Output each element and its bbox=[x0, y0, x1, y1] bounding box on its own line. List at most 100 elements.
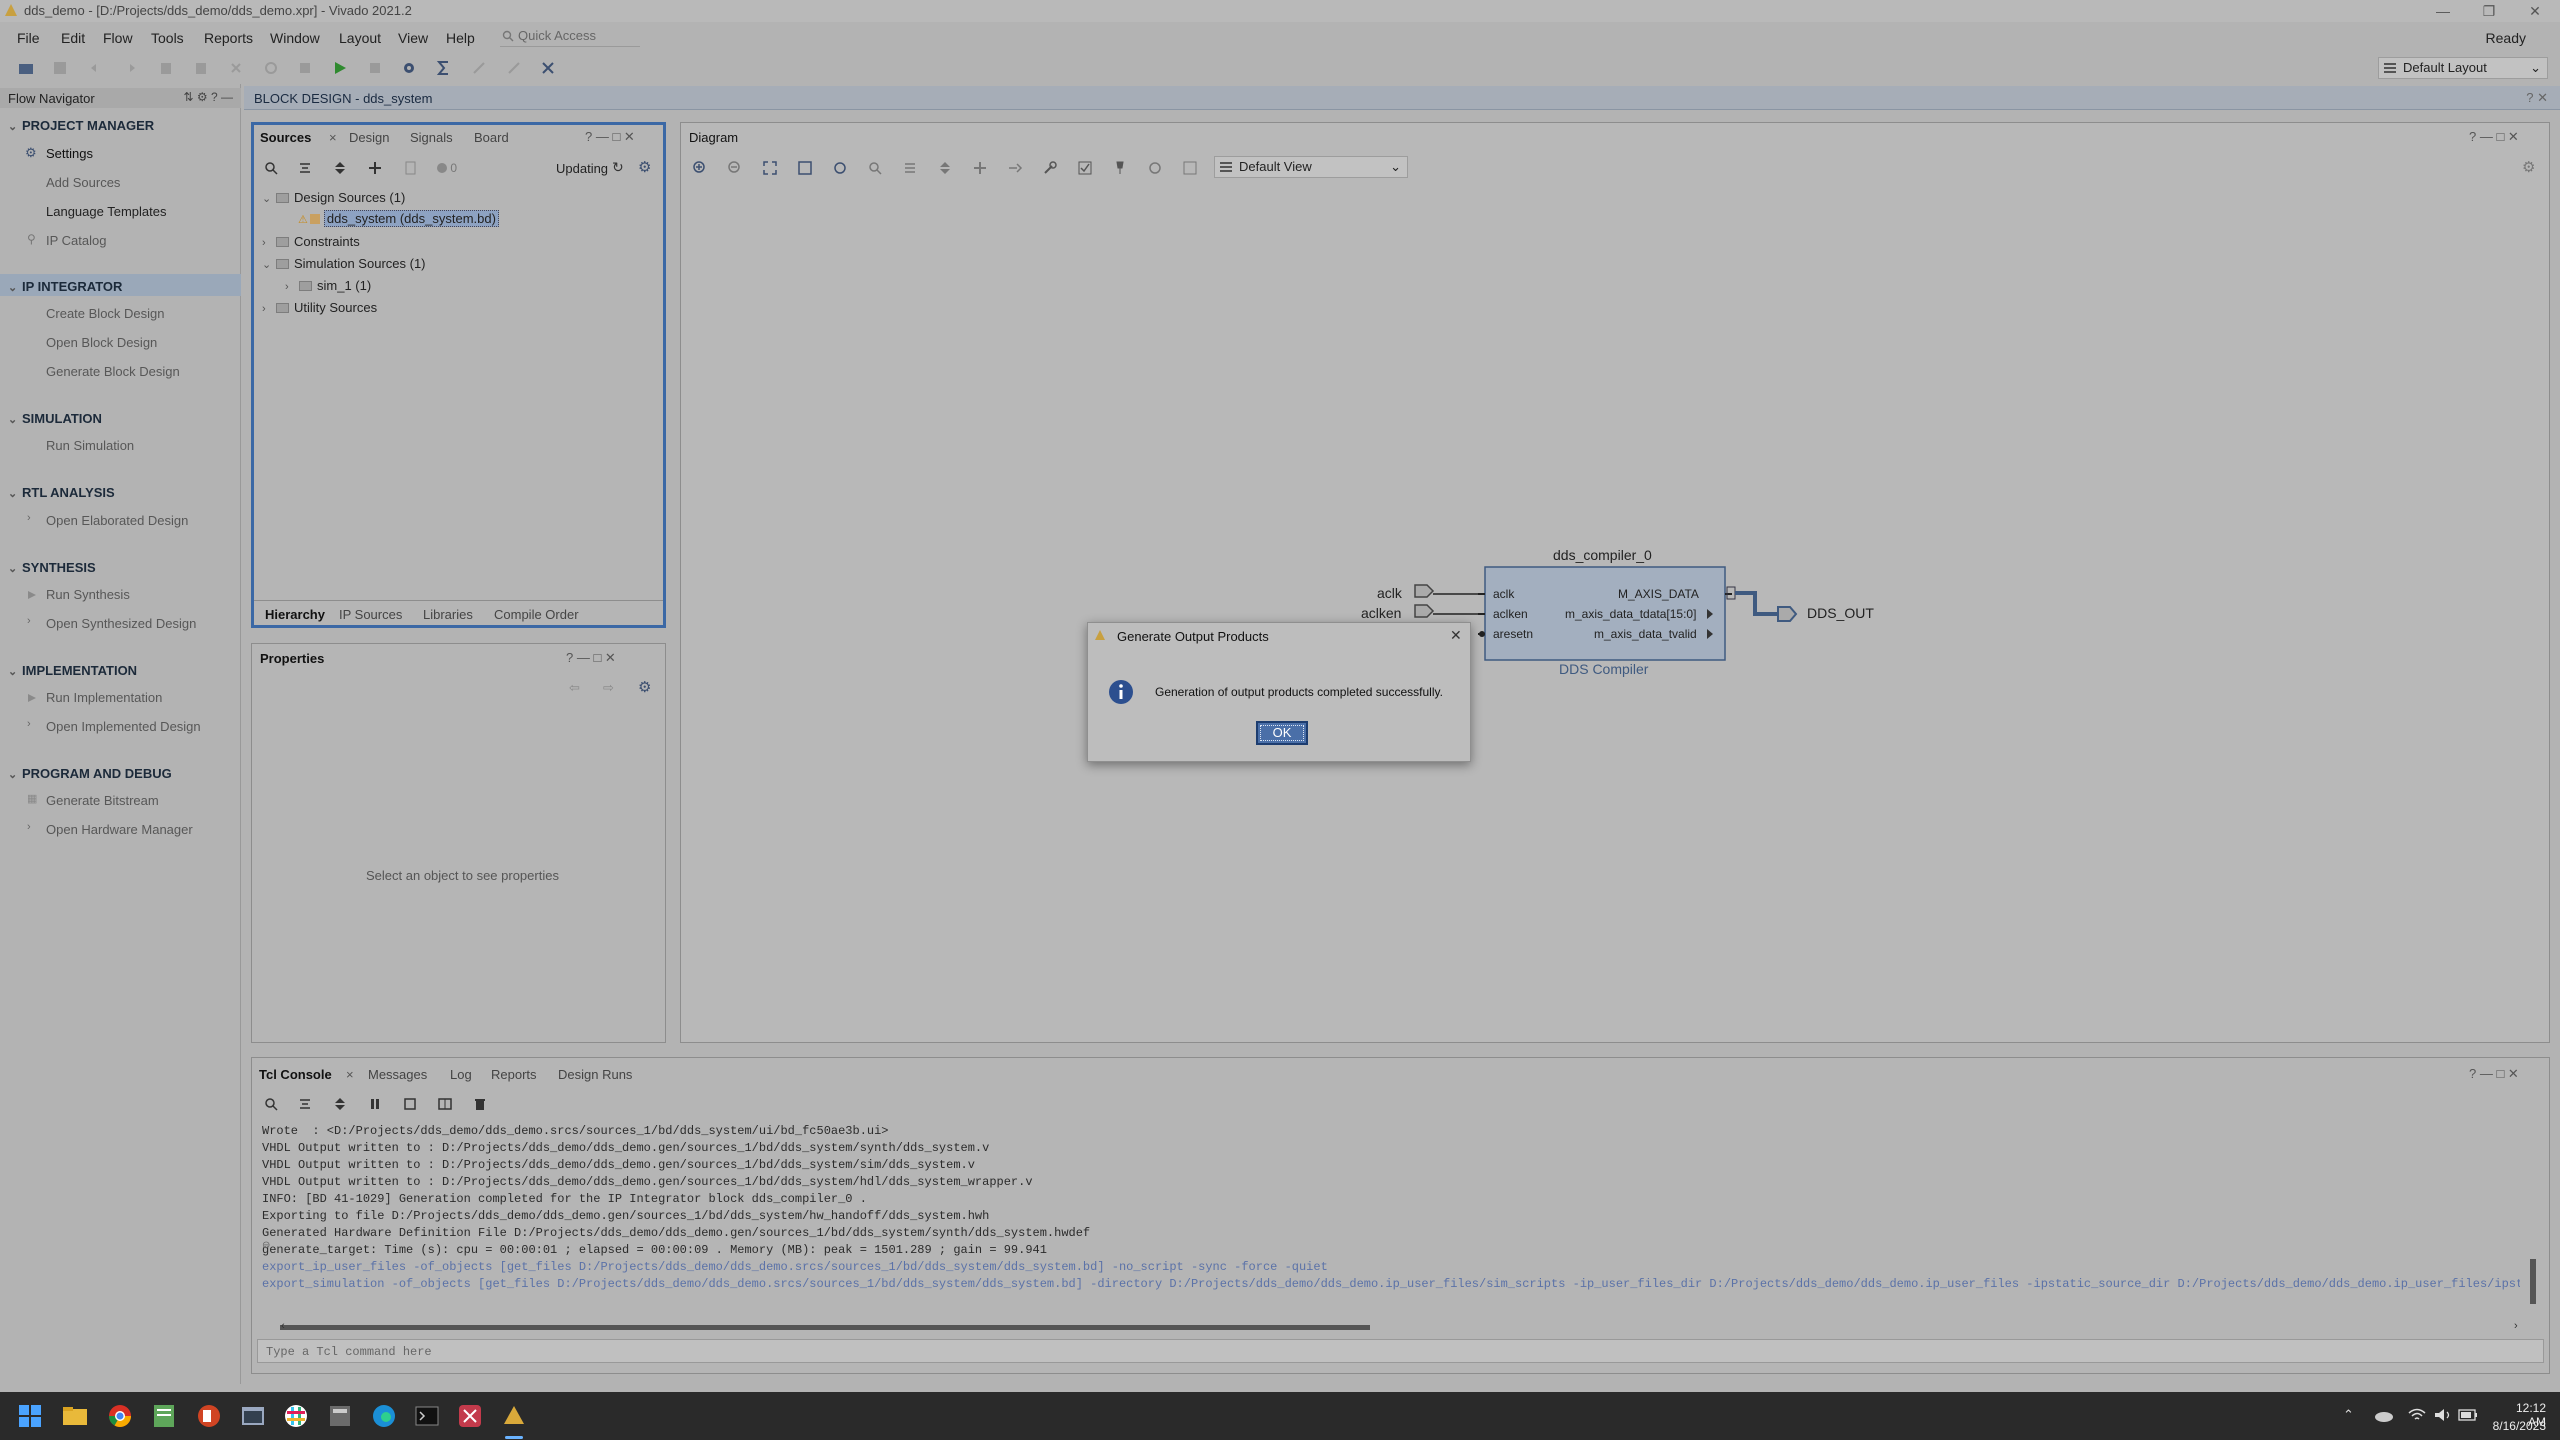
menu-view[interactable]: View bbox=[398, 30, 428, 46]
reload-icon[interactable] bbox=[263, 60, 279, 76]
tab-hierarchy[interactable]: Hierarchy bbox=[265, 607, 325, 622]
menu-tools[interactable]: Tools bbox=[151, 30, 184, 46]
nav-run-implementation[interactable]: Run Implementation bbox=[46, 690, 162, 705]
copy-icon[interactable] bbox=[158, 60, 174, 76]
console-horizontal-scrollbar[interactable] bbox=[280, 1325, 2520, 1331]
pin-icon[interactable] bbox=[1112, 160, 1128, 176]
tab-board[interactable]: Board bbox=[474, 130, 509, 145]
port-aclken[interactable] bbox=[1414, 604, 1435, 618]
tab-signals[interactable]: Signals bbox=[410, 130, 453, 145]
chrome-icon[interactable] bbox=[108, 1404, 132, 1428]
layout-select[interactable]: Default Layout ⌄ bbox=[2378, 57, 2548, 79]
close-icon[interactable]: ✕ bbox=[2512, 0, 2558, 22]
expand-all-icon[interactable] bbox=[333, 1097, 347, 1111]
paste-icon[interactable] bbox=[193, 60, 209, 76]
tab-close-icon[interactable]: × bbox=[346, 1067, 354, 1082]
route-icon[interactable] bbox=[471, 60, 487, 76]
open-project-icon[interactable] bbox=[18, 60, 34, 76]
scroll-left-icon[interactable]: ‹ bbox=[281, 1320, 285, 1332]
nav-run-synthesis[interactable]: Run Synthesis bbox=[46, 587, 130, 602]
speaker-icon[interactable] bbox=[2434, 1408, 2452, 1422]
delete-icon[interactable] bbox=[228, 60, 244, 76]
menu-window[interactable]: Window bbox=[270, 30, 320, 46]
optimize-routing-icon[interactable] bbox=[1182, 160, 1198, 176]
gear-icon[interactable]: ⚙ bbox=[2522, 158, 2535, 176]
gear-icon[interactable]: ⚙ bbox=[638, 678, 651, 696]
tree-simulation-sources[interactable]: ⌄ Simulation Sources (1) bbox=[262, 256, 426, 271]
maximize-icon[interactable]: ❐ bbox=[2466, 0, 2512, 22]
section-project-manager[interactable]: ⌄ PROJECT MANAGER bbox=[8, 118, 154, 133]
powerpoint-icon[interactable] bbox=[197, 1404, 221, 1428]
app-icon[interactable] bbox=[458, 1404, 482, 1428]
add-ip-icon[interactable] bbox=[972, 160, 988, 176]
scrollbar-thumb[interactable] bbox=[280, 1325, 1370, 1330]
nav-open-elaborated-design[interactable]: Open Elaborated Design bbox=[46, 513, 188, 528]
settings-icon[interactable] bbox=[401, 60, 417, 76]
menu-help[interactable]: Help bbox=[446, 30, 475, 46]
expand-all-icon[interactable] bbox=[333, 161, 347, 175]
nav-open-block-design[interactable]: Open Block Design bbox=[46, 335, 157, 350]
minimize-icon[interactable]: — bbox=[2420, 0, 2466, 22]
collapse-all-icon[interactable] bbox=[298, 161, 312, 175]
stop-icon[interactable] bbox=[367, 60, 383, 76]
cross-probe-icon[interactable] bbox=[540, 60, 556, 76]
panel-window-controls[interactable]: ? — □ ✕ bbox=[2469, 129, 2519, 145]
pause-icon[interactable] bbox=[368, 1097, 382, 1111]
windows-start-icon[interactable] bbox=[19, 1405, 41, 1427]
nav-language-templates[interactable]: Language Templates bbox=[46, 204, 166, 219]
fold-icon[interactable]: ⊖ bbox=[262, 1240, 270, 1251]
dialog-close-icon[interactable]: ✕ bbox=[1450, 627, 1462, 644]
tree-utility-sources[interactable]: › Utility Sources bbox=[262, 300, 377, 315]
menu-reports[interactable]: Reports bbox=[204, 30, 253, 46]
gear-icon[interactable]: ⚙ bbox=[638, 158, 651, 176]
zoom-area-icon[interactable] bbox=[797, 160, 813, 176]
wrench-icon[interactable] bbox=[1042, 160, 1058, 176]
section-rtl-analysis[interactable]: ⌄ RTL ANALYSIS bbox=[8, 485, 115, 500]
menu-layout[interactable]: Layout bbox=[339, 30, 381, 46]
redo-icon[interactable] bbox=[122, 60, 138, 76]
nav-add-sources[interactable]: Add Sources bbox=[46, 175, 120, 190]
onedrive-icon[interactable] bbox=[2374, 1408, 2394, 1422]
expand-icon[interactable] bbox=[937, 160, 953, 176]
view-select[interactable]: Default View ⌄ bbox=[1214, 156, 1408, 178]
edge-icon[interactable] bbox=[372, 1404, 396, 1428]
search-icon[interactable] bbox=[264, 1097, 278, 1111]
nav-settings[interactable]: Settings bbox=[46, 146, 93, 161]
tab-messages[interactable]: Messages bbox=[368, 1067, 427, 1082]
run-icon[interactable] bbox=[332, 60, 348, 76]
section-implementation[interactable]: ⌄ IMPLEMENTATION bbox=[8, 663, 137, 678]
undo-icon[interactable] bbox=[88, 60, 104, 76]
tab-sources[interactable]: Sources bbox=[260, 130, 311, 145]
file-explorer-icon[interactable] bbox=[63, 1405, 87, 1427]
nav-open-hardware-manager[interactable]: Open Hardware Manager bbox=[46, 822, 193, 837]
sigma-icon[interactable] bbox=[436, 60, 452, 76]
tab-design[interactable]: Design bbox=[349, 130, 389, 145]
menu-edit[interactable]: Edit bbox=[61, 30, 85, 46]
tcl-command-input[interactable]: Type a Tcl command here bbox=[257, 1339, 2544, 1363]
chevron-up-icon[interactable]: ⌃ bbox=[2343, 1407, 2354, 1423]
calculator-icon[interactable] bbox=[328, 1405, 352, 1427]
battery-icon[interactable] bbox=[2458, 1409, 2478, 1421]
tab-ip-sources[interactable]: IP Sources bbox=[339, 607, 402, 622]
notepad-icon[interactable] bbox=[153, 1404, 175, 1428]
nav-ip-catalog[interactable]: IP Catalog bbox=[46, 233, 106, 248]
vivado-taskbar-icon[interactable] bbox=[502, 1404, 526, 1428]
port-dds-out[interactable] bbox=[1777, 606, 1798, 622]
section-synthesis[interactable]: ⌄ SYNTHESIS bbox=[8, 560, 96, 575]
slack-icon[interactable] bbox=[284, 1404, 308, 1428]
terminal-window-icon[interactable] bbox=[241, 1405, 265, 1427]
forward-icon[interactable]: ⇨ bbox=[603, 680, 614, 696]
tree-design-sources[interactable]: ⌄ Design Sources (1) bbox=[262, 190, 405, 205]
tab-libraries[interactable]: Libraries bbox=[423, 607, 473, 622]
add-icon[interactable] bbox=[368, 161, 382, 175]
tree-constraints[interactable]: › Constraints bbox=[262, 234, 360, 249]
save-icon[interactable] bbox=[52, 60, 68, 76]
zoom-out-icon[interactable] bbox=[727, 160, 743, 176]
collapse-all-icon[interactable] bbox=[298, 1097, 312, 1111]
trash-icon[interactable] bbox=[473, 1097, 487, 1111]
validate-icon[interactable] bbox=[1077, 160, 1093, 176]
tab-sources-close-icon[interactable]: × bbox=[329, 130, 337, 145]
panel-window-controls[interactable]: ? — □ ✕ bbox=[566, 650, 616, 666]
wifi-icon[interactable] bbox=[2408, 1408, 2426, 1422]
panel-window-controls[interactable]: ? — □ ✕ bbox=[585, 129, 635, 145]
